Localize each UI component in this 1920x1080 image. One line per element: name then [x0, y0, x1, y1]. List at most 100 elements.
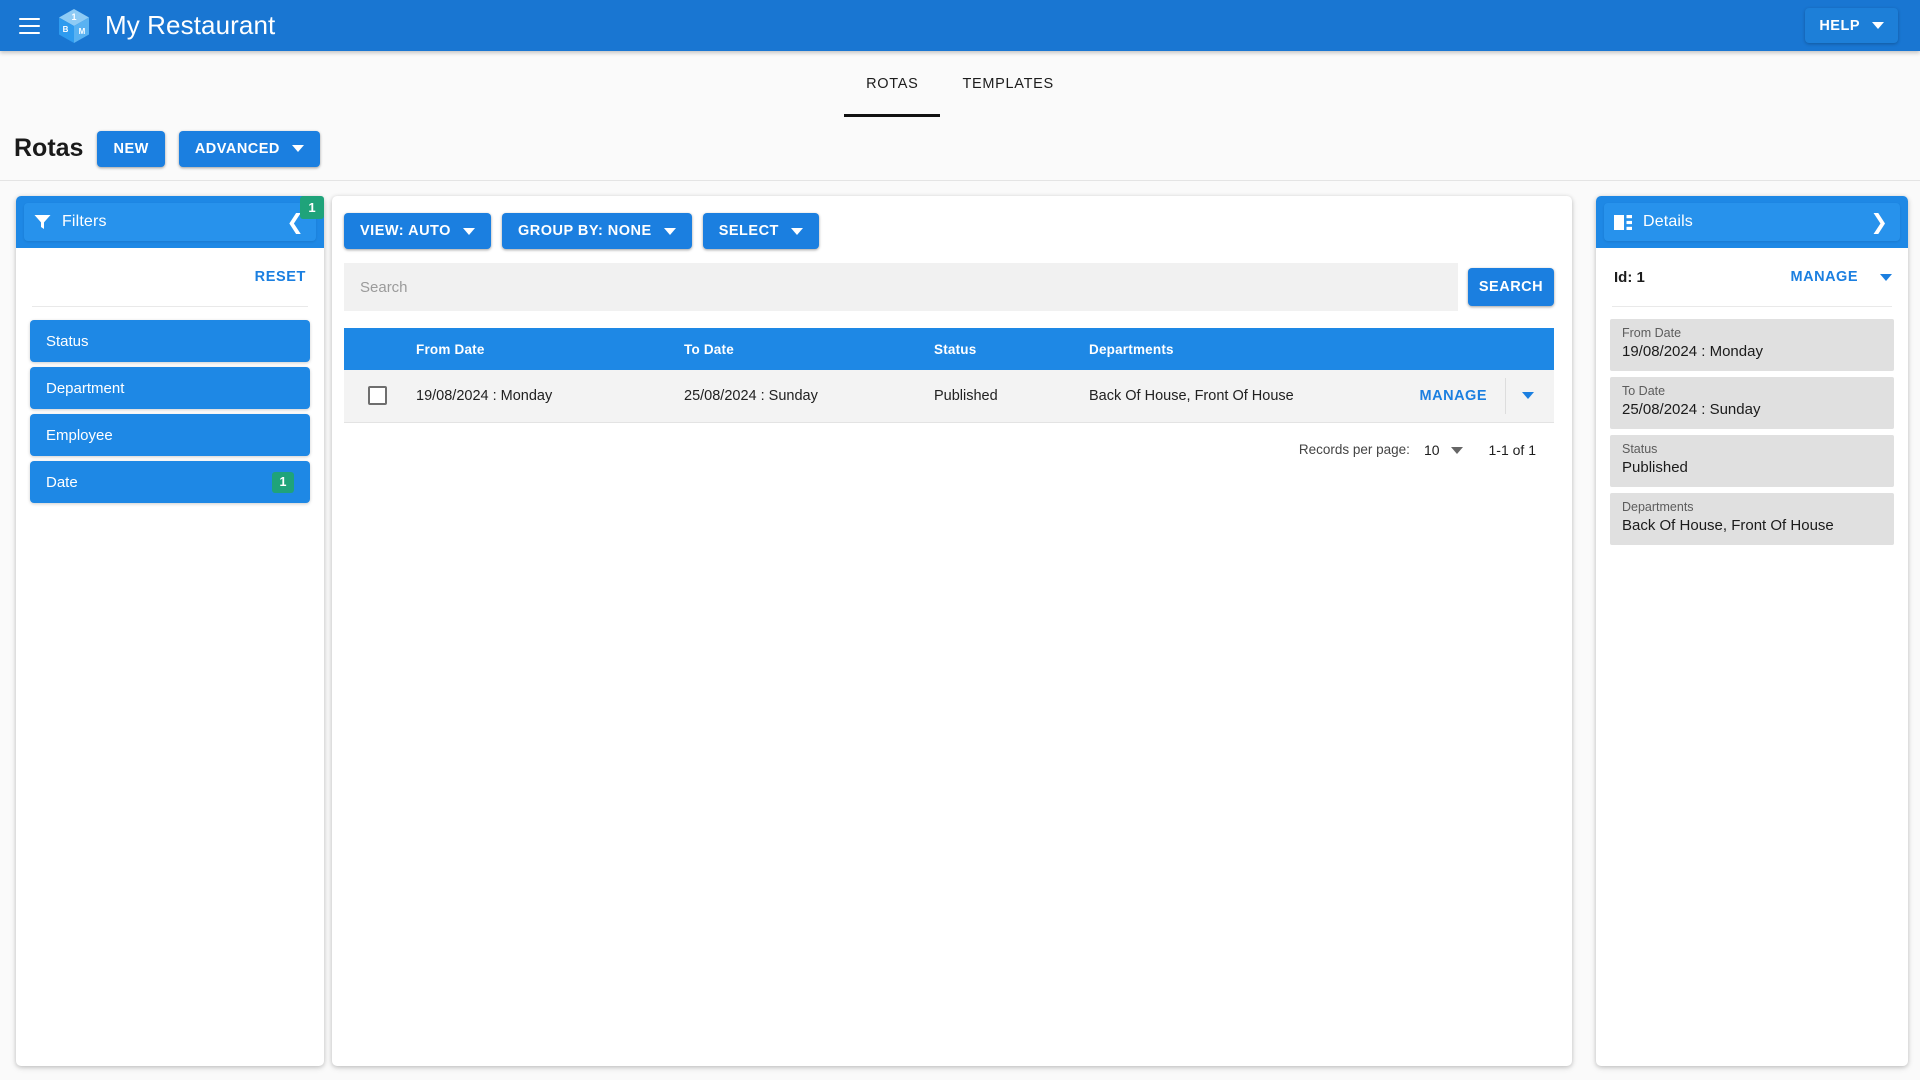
- rotas-table-wrapper: From Date To Date Status Departments 19/…: [344, 328, 1554, 477]
- new-button-label: NEW: [113, 140, 149, 157]
- filter-item-badge: 1: [272, 471, 294, 493]
- pagination-range: 1-1 of 1: [1488, 441, 1536, 458]
- svg-text:1: 1: [71, 12, 76, 22]
- details-manage-button[interactable]: MANAGE: [1791, 269, 1858, 285]
- column-header-status[interactable]: Status: [924, 328, 1079, 370]
- records-per-page-label: Records per page:: [1298, 442, 1410, 457]
- column-header-to-date[interactable]: To Date: [674, 328, 924, 370]
- row-checkbox[interactable]: [368, 386, 387, 406]
- row-manage-button[interactable]: MANAGE: [1408, 384, 1499, 408]
- search-button[interactable]: SEARCH: [1468, 268, 1554, 306]
- table-row[interactable]: 19/08/2024 : Monday 25/08/2024 : Sunday …: [344, 370, 1554, 423]
- details-field-to-date: To Date 25/08/2024 : Sunday: [1610, 377, 1894, 429]
- chevron-down-icon: [291, 145, 304, 152]
- details-field-value: Published: [1622, 459, 1688, 476]
- main-content-panel: VIEW: AUTO GROUP BY: NONE SELECT SEARCH …: [332, 196, 1572, 1066]
- filters-panel: Filters ❮ 1 RESET Status Department Empl…: [16, 196, 324, 1066]
- hamburger-menu-icon[interactable]: [12, 9, 46, 43]
- filter-item-label: Status: [46, 332, 89, 350]
- tab-templates-label: TEMPLATES: [962, 76, 1054, 92]
- filter-list: Status Department Employee Date 1: [16, 307, 324, 503]
- chevron-down-icon: [1872, 22, 1884, 29]
- column-header-select[interactable]: [344, 328, 406, 370]
- table-body: 19/08/2024 : Monday 25/08/2024 : Sunday …: [344, 370, 1554, 423]
- reset-button[interactable]: RESET: [255, 269, 306, 285]
- cell-status: Published: [924, 370, 1079, 423]
- cell-from-date: 19/08/2024 : Monday: [406, 370, 674, 423]
- advanced-button[interactable]: ADVANCED: [178, 130, 320, 167]
- chevron-right-icon[interactable]: ❯: [1868, 212, 1890, 233]
- details-field-departments: Departments Back Of House, Front Of Hous…: [1610, 493, 1894, 545]
- new-button[interactable]: NEW: [97, 130, 165, 167]
- rotas-table: From Date To Date Status Departments 19/…: [344, 328, 1554, 423]
- filters-count-badge: 1: [300, 196, 324, 219]
- cell-actions: MANAGE: [1394, 370, 1554, 423]
- chevron-down-icon: [663, 227, 676, 235]
- group-by-label: GROUP BY: NONE: [517, 223, 652, 239]
- details-field-from-date: From Date 19/08/2024 : Monday: [1610, 319, 1894, 371]
- details-panel-title: Details: [1643, 213, 1693, 230]
- svg-text:M: M: [79, 27, 86, 36]
- records-per-page-value[interactable]: 10: [1424, 442, 1440, 458]
- details-id-row: Id: 1 MANAGE: [1596, 248, 1908, 306]
- search-row: SEARCH: [332, 249, 1572, 311]
- details-panel-icon: [1614, 214, 1632, 230]
- search-button-label: SEARCH: [1478, 279, 1544, 295]
- help-button[interactable]: HELP: [1805, 8, 1898, 43]
- details-field-key: To Date: [1622, 384, 1666, 398]
- help-button-label: HELP: [1819, 17, 1860, 34]
- details-field-list: From Date 19/08/2024 : Monday To Date 25…: [1596, 307, 1908, 545]
- details-field-value: Back Of House, Front Of House: [1622, 517, 1834, 534]
- filter-item-label: Department: [46, 379, 125, 397]
- filters-reset-row: RESET: [16, 248, 324, 306]
- cube-logo-icon[interactable]: 1 B M: [55, 7, 93, 45]
- records-per-page-chevron-down-icon[interactable]: [1450, 442, 1463, 457]
- table-toolbar: VIEW: AUTO GROUP BY: NONE SELECT: [332, 196, 1572, 249]
- details-field-key: Status: [1622, 442, 1658, 456]
- page-title: Rotas: [14, 134, 84, 162]
- cell-to-date: 25/08/2024 : Sunday: [674, 370, 924, 423]
- table-header-row: From Date To Date Status Departments: [344, 328, 1554, 370]
- column-header-departments[interactable]: Departments: [1079, 328, 1394, 370]
- row-manage-chevron-down-icon[interactable]: [1512, 388, 1544, 403]
- column-header-from-date[interactable]: From Date: [406, 328, 674, 370]
- filter-item-label: Date: [46, 473, 78, 491]
- group-by-button[interactable]: GROUP BY: NONE: [501, 213, 692, 249]
- details-field-key: Departments: [1622, 500, 1694, 514]
- view-mode-label: VIEW: AUTO: [360, 223, 451, 239]
- column-header-actions: [1394, 328, 1554, 370]
- select-label: SELECT: [718, 223, 779, 239]
- tab-rotas[interactable]: ROTAS: [844, 51, 941, 117]
- chevron-down-icon: [462, 227, 475, 235]
- filter-item-status[interactable]: Status: [30, 320, 310, 362]
- svg-text:B: B: [63, 25, 69, 34]
- details-manage-chevron-down-icon[interactable]: [1880, 273, 1892, 281]
- tab-templates[interactable]: TEMPLATES: [940, 51, 1075, 117]
- details-header-chip: Details ❯: [1604, 203, 1900, 241]
- details-panel-header: Details ❯: [1596, 196, 1908, 248]
- details-field-key: From Date: [1622, 326, 1682, 340]
- chevron-down-icon: [790, 227, 803, 235]
- app-title: My Restaurant: [105, 10, 276, 40]
- view-mode-button[interactable]: VIEW: AUTO: [344, 213, 491, 249]
- cell-departments: Back Of House, Front Of House: [1079, 370, 1394, 423]
- table-head: From Date To Date Status Departments: [344, 328, 1554, 370]
- filter-item-department[interactable]: Department: [30, 367, 310, 409]
- filter-item-employee[interactable]: Employee: [30, 414, 310, 456]
- pagination-bar: Records per page: 10 1-1 of 1: [344, 423, 1554, 477]
- page-header: Rotas NEW ADVANCED: [0, 117, 1920, 181]
- details-field-value: 25/08/2024 : Sunday: [1622, 401, 1761, 418]
- app-bar: 1 B M My Restaurant HELP: [0, 0, 1920, 51]
- search-input[interactable]: [344, 263, 1458, 311]
- filters-header-chip: Filters ❮: [24, 203, 316, 241]
- select-button[interactable]: SELECT: [702, 213, 819, 249]
- filter-item-date[interactable]: Date 1: [30, 461, 310, 503]
- filter-item-label: Employee: [46, 426, 113, 444]
- advanced-button-label: ADVANCED: [194, 140, 280, 157]
- action-divider: [1505, 377, 1506, 414]
- details-field-status: Status Published: [1610, 435, 1894, 487]
- row-select-cell: [344, 370, 406, 423]
- tab-bar: ROTAS TEMPLATES: [0, 51, 1920, 117]
- filters-panel-title: Filters: [62, 213, 107, 230]
- details-panel: Details ❯ Id: 1 MANAGE From Date 19/08/2…: [1596, 196, 1908, 1066]
